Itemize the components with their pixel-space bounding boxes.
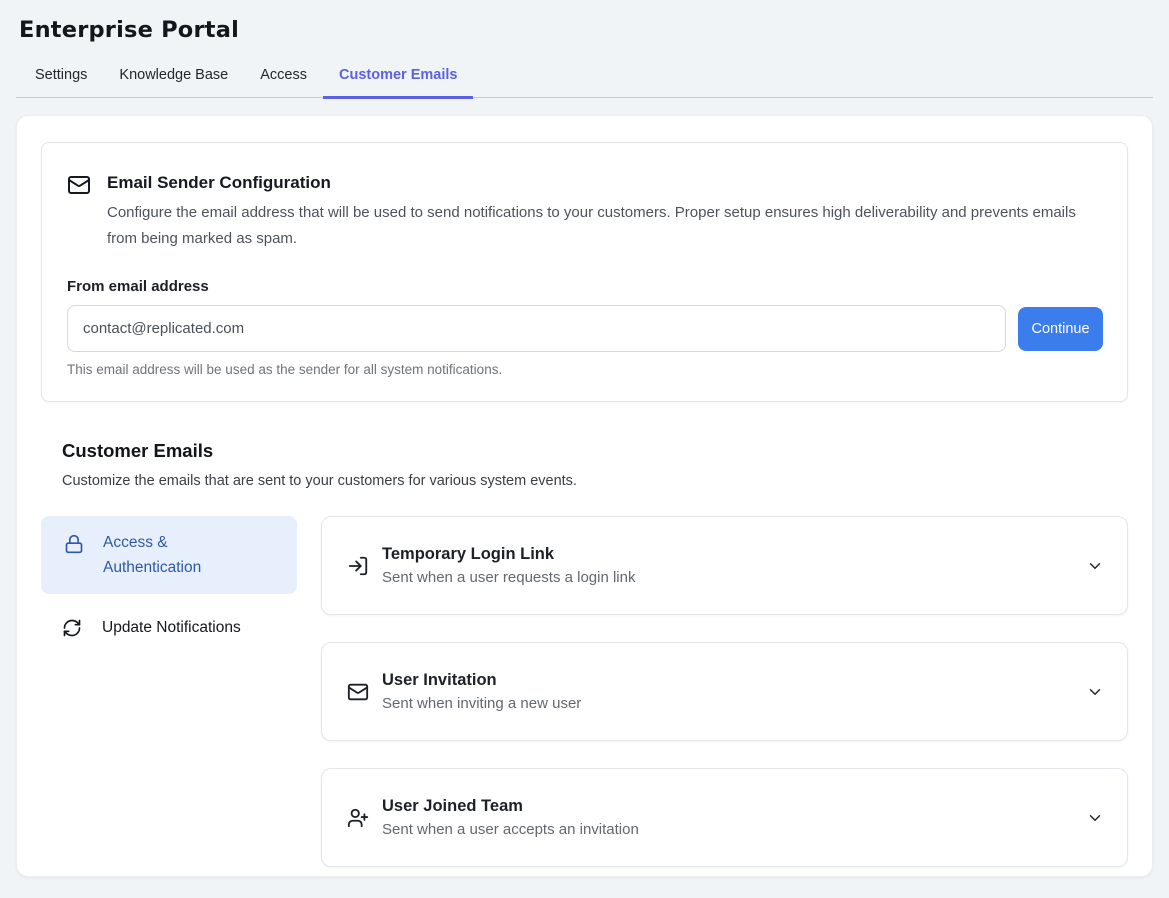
sender-card-description: Configure the email address that will be… bbox=[107, 200, 1097, 252]
category-label: Access & Authentication bbox=[103, 530, 263, 580]
tab-knowledge-base[interactable]: Knowledge Base bbox=[103, 56, 244, 97]
lock-icon bbox=[64, 534, 84, 580]
customer-emails-description: Customize the emails that are sent to yo… bbox=[62, 473, 1128, 489]
sender-card-header: Email Sender Configuration Configure the… bbox=[67, 171, 1103, 252]
email-sender-config-card: Email Sender Configuration Configure the… bbox=[41, 142, 1128, 402]
chevron-down-icon[interactable] bbox=[1086, 683, 1104, 701]
chevron-down-icon[interactable] bbox=[1086, 809, 1104, 827]
tab-customer-emails[interactable]: Customer Emails bbox=[323, 56, 473, 97]
from-email-input[interactable] bbox=[67, 305, 1006, 352]
email-input-row: Continue bbox=[67, 305, 1103, 352]
email-card-title: Temporary Login Link bbox=[382, 545, 1073, 564]
email-card-subtitle: Sent when inviting a new user bbox=[382, 695, 1073, 712]
email-card-temporary-login-link[interactable]: Temporary Login Link Sent when a user re… bbox=[321, 516, 1128, 615]
customer-emails-title: Customer Emails bbox=[62, 440, 1128, 462]
login-icon bbox=[347, 555, 369, 577]
tab-settings[interactable]: Settings bbox=[19, 56, 103, 97]
page-title: Enterprise Portal bbox=[16, 0, 1153, 43]
email-card-subtitle: Sent when a user requests a login link bbox=[382, 569, 1073, 586]
email-card-text: Temporary Login Link Sent when a user re… bbox=[382, 545, 1073, 586]
page: Enterprise Portal Settings Knowledge Bas… bbox=[0, 0, 1169, 877]
chevron-down-icon[interactable] bbox=[1086, 557, 1104, 575]
customer-emails-layout: Access & Authentication Update Notificat… bbox=[41, 516, 1128, 877]
email-card-title: User Joined Team bbox=[382, 797, 1073, 816]
category-access-authentication[interactable]: Access & Authentication bbox=[41, 516, 297, 594]
email-helper-text: This email address will be used as the s… bbox=[67, 362, 1103, 377]
tab-bar: Settings Knowledge Base Access Customer … bbox=[16, 56, 1153, 98]
sender-card-title: Email Sender Configuration bbox=[107, 171, 1097, 193]
email-card-title: User Invitation bbox=[382, 671, 1073, 690]
mail-icon bbox=[67, 173, 91, 252]
category-label: Update Notifications bbox=[102, 619, 241, 637]
continue-button[interactable]: Continue bbox=[1018, 307, 1103, 351]
user-plus-icon bbox=[347, 807, 369, 829]
content-container: Email Sender Configuration Configure the… bbox=[16, 115, 1153, 877]
refresh-icon bbox=[62, 618, 82, 638]
email-card-text: User Invitation Sent when inviting a new… bbox=[382, 671, 1073, 712]
sender-card-head-text: Email Sender Configuration Configure the… bbox=[107, 171, 1097, 252]
from-email-label: From email address bbox=[67, 278, 1103, 295]
email-card-subtitle: Sent when a user accepts an invitation bbox=[382, 821, 1073, 838]
email-template-list: Temporary Login Link Sent when a user re… bbox=[321, 516, 1128, 877]
mail-icon bbox=[347, 681, 369, 703]
category-update-notifications[interactable]: Update Notifications bbox=[41, 603, 297, 653]
email-category-list: Access & Authentication Update Notificat… bbox=[41, 516, 297, 877]
tab-access[interactable]: Access bbox=[244, 56, 323, 97]
email-card-user-invitation[interactable]: User Invitation Sent when inviting a new… bbox=[321, 642, 1128, 741]
email-card-user-joined-team[interactable]: User Joined Team Sent when a user accept… bbox=[321, 768, 1128, 867]
email-card-text: User Joined Team Sent when a user accept… bbox=[382, 797, 1073, 838]
